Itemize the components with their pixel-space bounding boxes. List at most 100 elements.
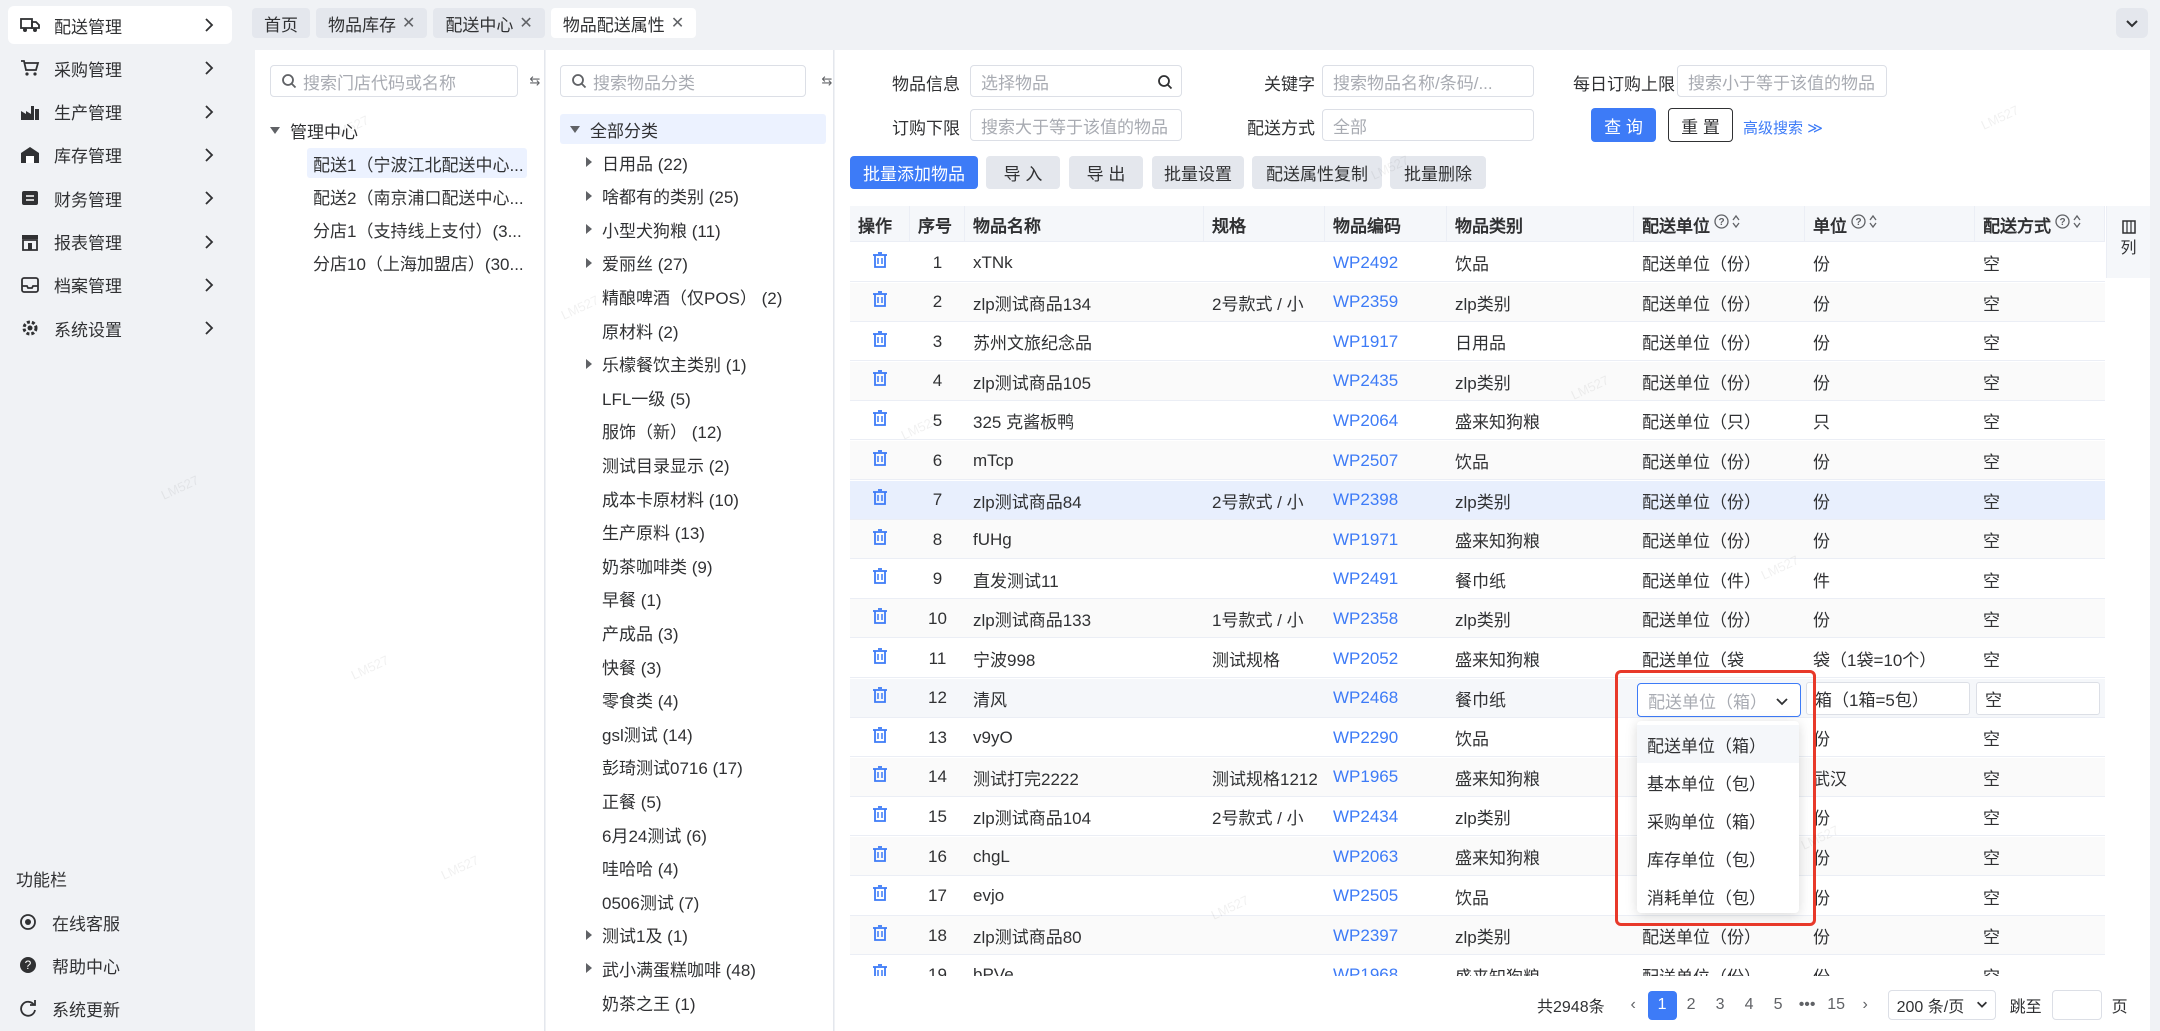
table-row[interactable]: 17 evjo WP2505 饮品 份 空 <box>850 876 2105 916</box>
category-item[interactable]: 原材料 (2) <box>602 315 832 345</box>
page-button[interactable]: 15 <box>1822 991 1851 1020</box>
table-row[interactable]: 4 zlp测试商品105 WP2435 zlp类别 配送单位（份） 份 空 <box>850 361 2105 401</box>
caret-right-icon[interactable] <box>586 190 592 201</box>
jump-page-input[interactable] <box>2051 990 2102 1020</box>
caret-right-icon[interactable] <box>586 963 592 974</box>
keyword-input[interactable]: 搜索物品名称/条码/... <box>1322 65 1534 97</box>
cell-code[interactable]: WP2358 <box>1325 599 1447 638</box>
page-button[interactable]: 2 <box>1677 991 1706 1020</box>
sidebar-item-2[interactable]: 生产管理 <box>8 93 232 131</box>
page-button[interactable]: 5 <box>1764 991 1793 1020</box>
category-item[interactable]: 正餐 (5) <box>602 785 832 815</box>
toolbar-button-1[interactable]: 导 入 <box>986 156 1060 189</box>
page-button[interactable]: 1 <box>1647 990 1677 1020</box>
sidebar-item-7[interactable]: 系统设置 <box>8 309 232 347</box>
tab-2[interactable]: 配送中心 ✕ <box>433 8 545 38</box>
delete-row-button[interactable] <box>850 481 910 520</box>
table-row[interactable]: 10 zlp测试商品133 1号款式 / 小 WP2358 zlp类别 配送单位（份） 份 空 <box>850 599 2105 639</box>
page-button[interactable]: 4 <box>1735 991 1764 1020</box>
store-tree-root[interactable]: 管理中心 <box>270 115 530 145</box>
close-icon[interactable]: ✕ <box>519 13 532 33</box>
category-item[interactable]: 测试目录显示 (2) <box>602 449 832 479</box>
daily-max-input[interactable]: 搜索小于等于该值的物品 <box>1677 65 1887 97</box>
delete-row-button[interactable] <box>850 916 910 955</box>
store-search-input[interactable]: 搜索门店代码或名称 <box>270 65 518 97</box>
table-row[interactable]: 14 测试打完2222 测试规格1212 WP1965 盛来知狗粮 武汉 空 <box>850 757 2105 797</box>
next-page-icon[interactable]: › <box>1851 991 1880 1020</box>
panel-split-handle[interactable]: ⇆ <box>822 66 833 96</box>
column-setting-button[interactable]: 列 <box>2106 206 2150 278</box>
cell-code[interactable]: WP2052 <box>1325 639 1447 678</box>
function-item-1[interactable]: ? 帮助中心 <box>18 950 120 980</box>
dropdown-option[interactable]: 基本单位（包） <box>1637 763 1799 801</box>
caret-right-icon[interactable] <box>586 157 592 167</box>
cell-code[interactable]: WP2491 <box>1325 560 1447 599</box>
table-row[interactable]: 2 zlp测试商品134 2号款式 / 小 WP2359 zlp类别 配送单位（份） 份 空 <box>850 282 2105 322</box>
toolbar-button-5[interactable]: 批量删除 <box>1390 156 1486 189</box>
dropdown-option[interactable]: 消耗单位（包） <box>1637 877 1799 915</box>
table-row[interactable]: 7 zlp测试商品84 2号款式 / 小 WP2398 zlp类别 配送单位（份） 份 空 <box>850 480 2105 520</box>
panel-split-handle[interactable]: ⇆ <box>530 66 541 96</box>
delivery-mode-select[interactable]: 全部 <box>1322 109 1534 141</box>
help-icon[interactable]: ? <box>1710 214 1729 234</box>
tab-0[interactable]: 首页 <box>252 8 310 38</box>
category-item[interactable]: gsl测试 (14) <box>602 718 832 748</box>
table-row[interactable]: 18 zlp测试商品80 WP2397 zlp类别 配送单位（份） 份 空 <box>850 916 2105 956</box>
delete-row-button[interactable] <box>850 401 910 440</box>
item-info-input[interactable]: 选择物品 <box>970 65 1182 97</box>
caret-right-icon[interactable] <box>586 224 592 235</box>
category-item[interactable]: 6月24测试 (6) <box>602 819 832 849</box>
delete-row-button[interactable] <box>850 520 910 559</box>
column-header[interactable]: 配送方式? <box>1975 206 2105 242</box>
function-item-0[interactable]: 在线客服 <box>18 907 120 937</box>
prev-page-icon[interactable]: ‹ <box>1619 991 1648 1020</box>
cell-code[interactable]: WP2468 <box>1325 679 1447 718</box>
page-button[interactable]: ••• <box>1793 991 1822 1020</box>
column-header[interactable]: 配送单位? <box>1634 206 1805 242</box>
category-item[interactable]: 零食类 (4) <box>602 685 832 715</box>
cell-code[interactable]: WP1971 <box>1325 520 1447 559</box>
category-item[interactable]: 彭琦测试0716 (17) <box>602 752 832 782</box>
cell-code[interactable]: WP2507 <box>1325 441 1447 480</box>
table-row[interactable]: 5 325 克酱板鸭 WP2064 盛来知狗粮 配送单位（只） 只 空 <box>850 401 2105 441</box>
category-item[interactable]: 啥都有的类别 (25) <box>586 181 816 211</box>
dropdown-option[interactable]: 采购单位（箱） <box>1637 801 1799 839</box>
delete-row-button[interactable] <box>850 956 910 976</box>
reset-button[interactable]: 重 置 <box>1668 108 1733 142</box>
toolbar-button-3[interactable]: 批量设置 <box>1152 156 1244 189</box>
sidebar-item-5[interactable]: 报表管理 <box>8 223 232 261</box>
delete-row-button[interactable] <box>850 283 910 322</box>
dropdown-option[interactable]: 库存单位（包） <box>1637 839 1799 877</box>
cell-code[interactable]: WP2063 <box>1325 837 1447 876</box>
column-header[interactable]: 规格 <box>1204 206 1325 242</box>
column-header[interactable]: 物品编码 <box>1325 206 1447 242</box>
delete-row-button[interactable] <box>850 441 910 480</box>
column-header[interactable]: 序号 <box>910 206 965 242</box>
tab-1[interactable]: 物品库存 ✕ <box>316 8 428 38</box>
delete-row-button[interactable] <box>850 560 910 599</box>
close-icon[interactable]: ✕ <box>402 13 415 33</box>
category-item[interactable]: LFL一级 (5) <box>602 382 832 412</box>
cell-code[interactable]: WP2492 <box>1325 243 1447 282</box>
table-row[interactable]: 19 bPVe WP1968盛来知狗粮配送单位（份）份空 <box>850 955 2105 976</box>
cell-code[interactable]: WP2359 <box>1325 283 1447 322</box>
category-item[interactable]: 奶茶之王 (1) <box>602 987 832 1017</box>
table-row[interactable]: 13 v9yO WP2290 饮品 份 空 <box>850 718 2105 758</box>
advanced-search-link[interactable]: 高级搜索 ≫ <box>1743 117 1823 138</box>
sidebar-item-6[interactable]: 档案管理 <box>8 266 232 304</box>
category-tree-root[interactable]: 全部分类 <box>560 114 826 144</box>
cell-code[interactable]: WP2397 <box>1325 916 1447 955</box>
delete-row-button[interactable] <box>850 639 910 678</box>
sidebar-item-0[interactable]: 配送管理 <box>8 6 232 44</box>
sort-icon[interactable] <box>1866 214 1878 234</box>
category-item[interactable]: 0506测试 (7) <box>602 886 832 916</box>
category-item[interactable]: 精酿啤酒（仅POS） (2) <box>602 281 832 311</box>
delete-row-button[interactable] <box>850 877 910 916</box>
query-button[interactable]: 查 询 <box>1591 108 1656 142</box>
cell-code[interactable]: WP2434 <box>1325 797 1447 836</box>
delete-row-button[interactable] <box>850 362 910 401</box>
table-row[interactable]: 8 fUHg WP1971 盛来知狗粮 配送单位（份） 份 空 <box>850 520 2105 560</box>
category-item[interactable]: 早餐 (1) <box>602 584 832 614</box>
delete-row-button[interactable] <box>850 797 910 836</box>
order-min-input[interactable]: 搜索大于等于该值的物品 <box>970 109 1182 141</box>
